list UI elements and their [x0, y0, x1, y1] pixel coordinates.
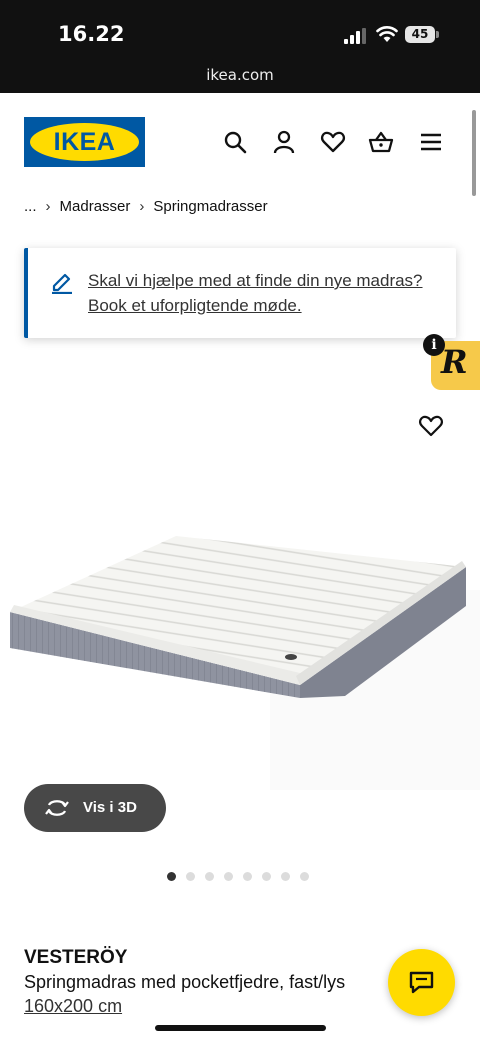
battery-tip — [436, 31, 439, 38]
product-image-mattress[interactable] — [0, 440, 480, 800]
carousel-dot[interactable] — [243, 872, 252, 881]
breadcrumb: ... › Madrasser › Springmadrasser — [24, 198, 268, 215]
url-bar[interactable]: ikea.com — [0, 66, 480, 84]
chat-button[interactable] — [388, 949, 455, 1016]
basket-icon[interactable] — [368, 129, 394, 155]
menu-icon[interactable] — [418, 129, 444, 155]
carousel-dot[interactable] — [186, 872, 195, 881]
image-carousel-dots — [167, 872, 309, 881]
chevron-right-icon: › — [139, 198, 145, 215]
product-description: Springmadras med pocketfjedre, fast/lys — [24, 972, 346, 992]
heart-icon[interactable] — [320, 129, 346, 155]
signal-icon — [344, 28, 366, 44]
carousel-dot[interactable] — [300, 872, 309, 881]
help-banner-link[interactable]: Skal vi hjælpe med at finde din nye madr… — [88, 268, 448, 318]
wifi-icon — [376, 26, 398, 42]
ikea-logo[interactable]: IKEA — [24, 117, 145, 167]
page-scrollbar[interactable] — [472, 110, 476, 196]
profile-icon[interactable] — [271, 129, 297, 155]
carousel-dot[interactable] — [262, 872, 271, 881]
search-icon[interactable] — [222, 129, 248, 155]
rating-widget-letter: R — [441, 343, 468, 381]
add-to-wishlist-heart-icon[interactable] — [418, 414, 444, 438]
pencil-icon — [52, 273, 72, 294]
carousel-dot[interactable] — [224, 872, 233, 881]
carousel-dot[interactable] — [167, 872, 176, 881]
product-size-link[interactable]: 160x200 cm — [24, 996, 122, 1017]
chevron-right-icon: › — [45, 198, 51, 215]
rotate-3d-icon — [45, 800, 69, 816]
carousel-dot[interactable] — [205, 872, 214, 881]
product-name: VESTERÖY — [24, 947, 128, 968]
home-indicator[interactable] — [155, 1025, 326, 1031]
battery-indicator: 45 — [405, 26, 435, 43]
info-icon[interactable]: i — [423, 334, 445, 356]
logo-text: IKEA — [53, 128, 116, 156]
carousel-dot[interactable] — [281, 872, 290, 881]
status-time: 16.22 — [58, 22, 125, 46]
status-bar: 16.22 45 ikea.com — [0, 0, 480, 93]
view-in-3d-label: Vis i 3D — [83, 799, 137, 816]
view-in-3d-button[interactable]: Vis i 3D — [24, 784, 166, 832]
help-banner[interactable]: Skal vi hjælpe med at finde din nye madr… — [24, 248, 456, 338]
breadcrumb-item-madrasser[interactable]: Madrasser — [60, 198, 131, 215]
breadcrumb-item-springmadrasser[interactable]: Springmadrasser — [153, 198, 267, 215]
chat-bubble-icon — [409, 971, 434, 994]
breadcrumb-ellipsis[interactable]: ... — [24, 198, 37, 215]
